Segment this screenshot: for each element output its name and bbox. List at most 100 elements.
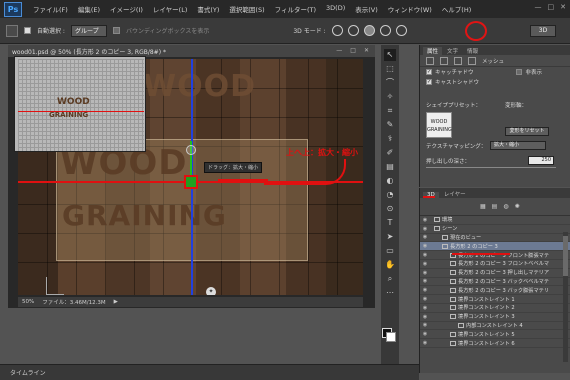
- layer-row[interactable]: ◉ 境界コンストレイント 1: [420, 295, 570, 304]
- tool-icon[interactable]: ✋: [384, 259, 396, 271]
- layer-row[interactable]: ◉ 境界コンストレイント 5: [420, 330, 570, 340]
- menu-item[interactable]: 選択範囲(S): [224, 4, 269, 14]
- visibility-eye-icon[interactable]: ◉: [420, 314, 430, 320]
- visibility-eye-icon[interactable]: ◉: [420, 296, 430, 302]
- drag-3d-icon[interactable]: [363, 25, 375, 36]
- visibility-eye-icon[interactable]: ◉: [420, 234, 430, 240]
- deform-icon[interactable]: [440, 56, 448, 65]
- doc-close-icon[interactable]: ✕: [364, 47, 369, 54]
- tool-icon[interactable]: ✎: [384, 119, 396, 131]
- menu-item[interactable]: ヘルプ(H): [437, 4, 476, 14]
- visibility-eye-icon[interactable]: ◉: [420, 287, 430, 293]
- menu-item[interactable]: フィルター(T): [270, 4, 321, 14]
- filter-material-icon[interactable]: ◍: [503, 203, 508, 210]
- tool-icon[interactable]: ⋯: [384, 287, 396, 299]
- bounding-box-checkbox[interactable]: [112, 27, 120, 34]
- menu-item[interactable]: 表示(V): [350, 4, 383, 14]
- tool-icon[interactable]: ⊙: [384, 203, 396, 215]
- rotate-handle-icon[interactable]: [186, 145, 196, 155]
- filter-mesh-icon[interactable]: ▤: [492, 203, 498, 210]
- 3d-panel-tab[interactable]: レイヤー: [440, 190, 470, 198]
- visibility-eye-icon[interactable]: ◉: [420, 322, 430, 328]
- timeline-bar[interactable]: タイムライン: [0, 364, 419, 380]
- move-tool-icon[interactable]: [6, 24, 18, 37]
- filter-light-icon[interactable]: ✺: [515, 203, 520, 210]
- close-icon[interactable]: ✕: [560, 3, 566, 11]
- maximize-icon[interactable]: □: [548, 3, 555, 11]
- tool-icon[interactable]: ⬚: [384, 63, 396, 75]
- layer-row[interactable]: ◉ 長方形 2 のコピー 3 フロントベベルマ: [420, 260, 570, 269]
- visibility-eye-icon[interactable]: ◉: [420, 340, 430, 346]
- properties-tab[interactable]: 情報: [463, 47, 482, 55]
- cast-shadow-checkbox[interactable]: ✓: [426, 79, 432, 85]
- layer-row[interactable]: ◉ 境界コンストレイント 2: [420, 304, 570, 313]
- tool-icon[interactable]: ↖: [384, 49, 396, 61]
- gizmo-center-handle[interactable]: [184, 175, 198, 189]
- tool-icon[interactable]: ⚕: [384, 133, 396, 145]
- hidden-checkbox[interactable]: [516, 69, 523, 75]
- minimize-icon[interactable]: —: [535, 3, 542, 11]
- rotate-3d-icon[interactable]: [331, 25, 343, 36]
- layer-row[interactable]: ◉ シーン: [420, 225, 570, 234]
- menu-item[interactable]: 編集(E): [73, 4, 105, 14]
- tool-icon[interactable]: ▭: [384, 245, 396, 257]
- visibility-eye-icon[interactable]: ◉: [420, 261, 430, 267]
- tool-icon[interactable]: ◐: [384, 175, 396, 187]
- slide-3d-icon[interactable]: [379, 25, 391, 36]
- properties-tab[interactable]: 属性: [423, 47, 443, 55]
- extrusion-depth-input[interactable]: 250: [528, 156, 554, 165]
- zoom-level[interactable]: 50%: [22, 299, 34, 305]
- workspace-select[interactable]: 3D: [530, 25, 556, 37]
- filter-scene-icon[interactable]: ▦: [480, 203, 486, 210]
- shape-preset-thumbnail[interactable]: WOOD GRAINING: [426, 112, 452, 138]
- coordinates-icon[interactable]: [468, 56, 476, 65]
- layer-row[interactable]: ◉ 長方形 2 のコピー 3 バック膨張マテリ: [420, 286, 570, 296]
- roll-3d-icon[interactable]: [347, 25, 359, 36]
- layer-row[interactable]: ◉ 内部コンストレイント 4: [420, 322, 570, 331]
- camera-icon[interactable]: ✦: [206, 287, 216, 295]
- tool-icon[interactable]: ◔: [384, 189, 396, 201]
- layer-row[interactable]: ◉ 境界コンストレイント 6: [420, 339, 570, 348]
- menu-item[interactable]: ウィンドウ(W): [383, 4, 437, 14]
- layer-row[interactable]: ◉ 長方形 2 のコピー 3 押し出しマテリア: [420, 269, 570, 278]
- layer-row[interactable]: ◉ 環境: [420, 216, 570, 225]
- cap-icon[interactable]: [454, 56, 462, 65]
- cast-shadow-row[interactable]: ✓ キャストシャドウ: [420, 77, 570, 87]
- tool-icon[interactable]: ⌕: [384, 273, 396, 285]
- properties-tab[interactable]: 文字: [443, 47, 462, 55]
- visibility-eye-icon[interactable]: ◉: [420, 331, 430, 337]
- layer-row[interactable]: ◉ 境界コンストレイント 3: [420, 313, 570, 322]
- tool-icon[interactable]: ➤: [384, 231, 396, 243]
- menu-item[interactable]: 書式(Y): [192, 4, 224, 14]
- tool-icon[interactable]: ▤: [384, 161, 396, 173]
- visibility-eye-icon[interactable]: ◉: [420, 226, 430, 232]
- layer-row[interactable]: ◉ 長方形 2 のコピー 3: [420, 242, 570, 252]
- reset-deform-button[interactable]: 変形をリセット: [505, 127, 549, 136]
- layer-row[interactable]: ◉ 長方形 2 のコピー 3 バックベベルマテ: [420, 278, 570, 287]
- menu-item[interactable]: イメージ(I): [105, 4, 148, 14]
- visibility-eye-icon[interactable]: ◉: [420, 243, 430, 249]
- visibility-eye-icon[interactable]: ◉: [420, 217, 430, 223]
- tool-icon[interactable]: ⌒: [384, 77, 396, 89]
- tool-icon[interactable]: ✐: [384, 147, 396, 159]
- extrusion-depth-slider[interactable]: [426, 167, 556, 168]
- catch-shadow-row[interactable]: ✓ キャッチャドウ 非表示: [420, 67, 570, 77]
- catch-shadow-checkbox[interactable]: ✓: [426, 69, 432, 75]
- menu-item[interactable]: ファイル(F): [28, 4, 73, 14]
- visibility-eye-icon[interactable]: ◉: [420, 252, 430, 258]
- scrollbar-thumb[interactable]: [563, 236, 568, 276]
- tool-icon[interactable]: ✧: [384, 91, 396, 103]
- visibility-eye-icon[interactable]: ◉: [420, 278, 430, 284]
- layer-row[interactable]: ◉ 現在のビュー: [420, 234, 570, 243]
- visibility-eye-icon[interactable]: ◉: [420, 270, 430, 276]
- tool-icon[interactable]: T: [384, 217, 396, 229]
- texture-mapping-select[interactable]: 拡大・縮小: [490, 141, 546, 150]
- tool-icon[interactable]: ⌗: [384, 105, 396, 117]
- doc-minimize-icon[interactable]: —: [336, 47, 342, 54]
- auto-select-dropdown[interactable]: グループ: [70, 24, 107, 37]
- status-menu-icon[interactable]: ▶: [114, 299, 118, 305]
- mesh-icon[interactable]: [426, 56, 434, 65]
- visibility-eye-icon[interactable]: ◉: [420, 305, 430, 311]
- menu-item[interactable]: 3D(D): [321, 4, 350, 14]
- scale-3d-icon[interactable]: [395, 25, 407, 36]
